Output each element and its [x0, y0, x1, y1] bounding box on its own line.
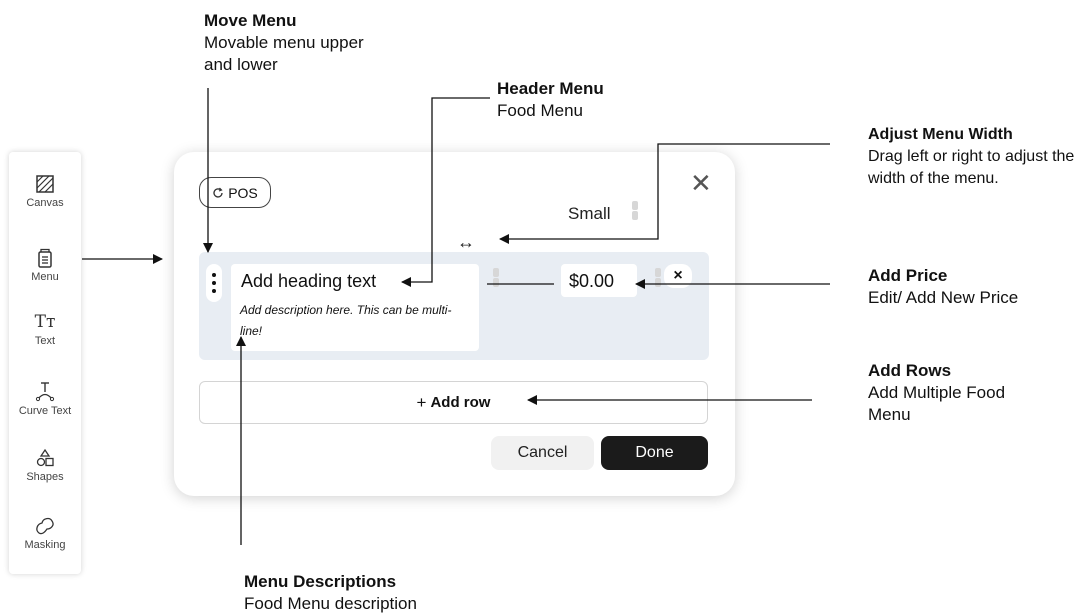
annotation-title: Add Price: [868, 266, 948, 285]
annotation-desc: Food Menu: [497, 101, 583, 120]
size-stepper[interactable]: [632, 200, 640, 221]
close-icon[interactable]: ✕: [690, 170, 712, 196]
drag-handle-icon[interactable]: [206, 264, 222, 302]
annotation-desc: Edit/ Add New Price: [868, 288, 1019, 307]
sidebar-item-label: Text: [34, 335, 56, 347]
done-button[interactable]: Done: [601, 436, 708, 470]
add-row-button[interactable]: + Add row: [199, 381, 708, 424]
sidebar-item-masking[interactable]: Masking: [9, 516, 81, 551]
sidebar-item-text[interactable]: Tт Text: [9, 312, 81, 347]
annotation-title: Header Menu: [497, 79, 604, 98]
resize-width-icon[interactable]: ↔: [457, 232, 475, 253]
sidebar-item-label: Shapes: [26, 471, 64, 483]
add-row-label: Add row: [430, 394, 491, 411]
masking-icon: [36, 517, 54, 535]
sidebar-item-shapes[interactable]: Shapes: [9, 448, 81, 483]
text-icon: Tт: [34, 312, 56, 332]
pos-button[interactable]: POS: [199, 177, 271, 208]
annotation-desc: Food Menu description: [244, 594, 417, 613]
heading-stepper[interactable]: [493, 267, 501, 288]
price-input[interactable]: $0.00: [561, 264, 637, 297]
refresh-icon: [213, 187, 223, 198]
sidebar-item-label: Curve Text: [18, 405, 72, 417]
sidebar-item-curve-text[interactable]: Curve Text: [9, 380, 81, 417]
annotation-title: Move Menu: [204, 11, 297, 30]
annotation-move-menu: Move Menu Movable menu upper and lower: [204, 10, 384, 76]
sidebar-item-canvas[interactable]: Canvas: [9, 174, 81, 209]
annotation-menu-descriptions: Menu Descriptions Food Menu description: [244, 571, 484, 615]
food-menu-dialog: POS ✕ Small ↔ Add heading text Add descr…: [174, 152, 735, 496]
curve-text-icon: [35, 382, 55, 402]
annotation-desc: Drag left or right to adjust the width o…: [868, 148, 1075, 187]
annotation-title: Adjust Menu Width: [868, 126, 1013, 143]
plus-icon: +: [416, 392, 427, 412]
shapes-icon: [36, 448, 54, 467]
annotation-add-price: Add Price Edit/ Add New Price: [868, 265, 1078, 309]
sidebar-item-label: Canvas: [26, 197, 64, 209]
annotation-header-menu: Header Menu Food Menu: [497, 78, 697, 122]
sidebar-item-menu[interactable]: Menu: [9, 248, 81, 283]
pos-label: POS: [228, 184, 258, 201]
annotation-desc: Add Multiple Food Menu: [868, 383, 1006, 424]
heading-input[interactable]: Add heading text: [231, 264, 479, 297]
description-input[interactable]: Add description here. This can be multi-…: [231, 295, 479, 351]
annotation-adjust-width: Adjust Menu Width Drag left or right to …: [868, 124, 1090, 190]
menu-row: Add heading text Add description here. T…: [199, 252, 709, 360]
annotation-title: Menu Descriptions: [244, 572, 397, 591]
annotation-add-rows: Add Rows Add Multiple Food Menu: [868, 360, 1043, 426]
cancel-button[interactable]: Cancel: [491, 436, 594, 470]
menu-icon: [38, 248, 52, 268]
sidebar-item-label: Menu: [31, 271, 59, 283]
annotation-title: Add Rows: [868, 361, 952, 380]
annotation-desc: Movable menu upper and lower: [204, 33, 364, 74]
sidebar-item-label: Masking: [24, 539, 66, 551]
size-select-value[interactable]: Small: [568, 204, 611, 224]
tool-sidebar: Canvas Menu Tт Text Curve Text Shapes Ma…: [9, 152, 81, 574]
price-stepper[interactable]: [655, 267, 663, 288]
canvas-icon: [36, 175, 54, 193]
remove-row-button[interactable]: ×: [664, 264, 692, 288]
